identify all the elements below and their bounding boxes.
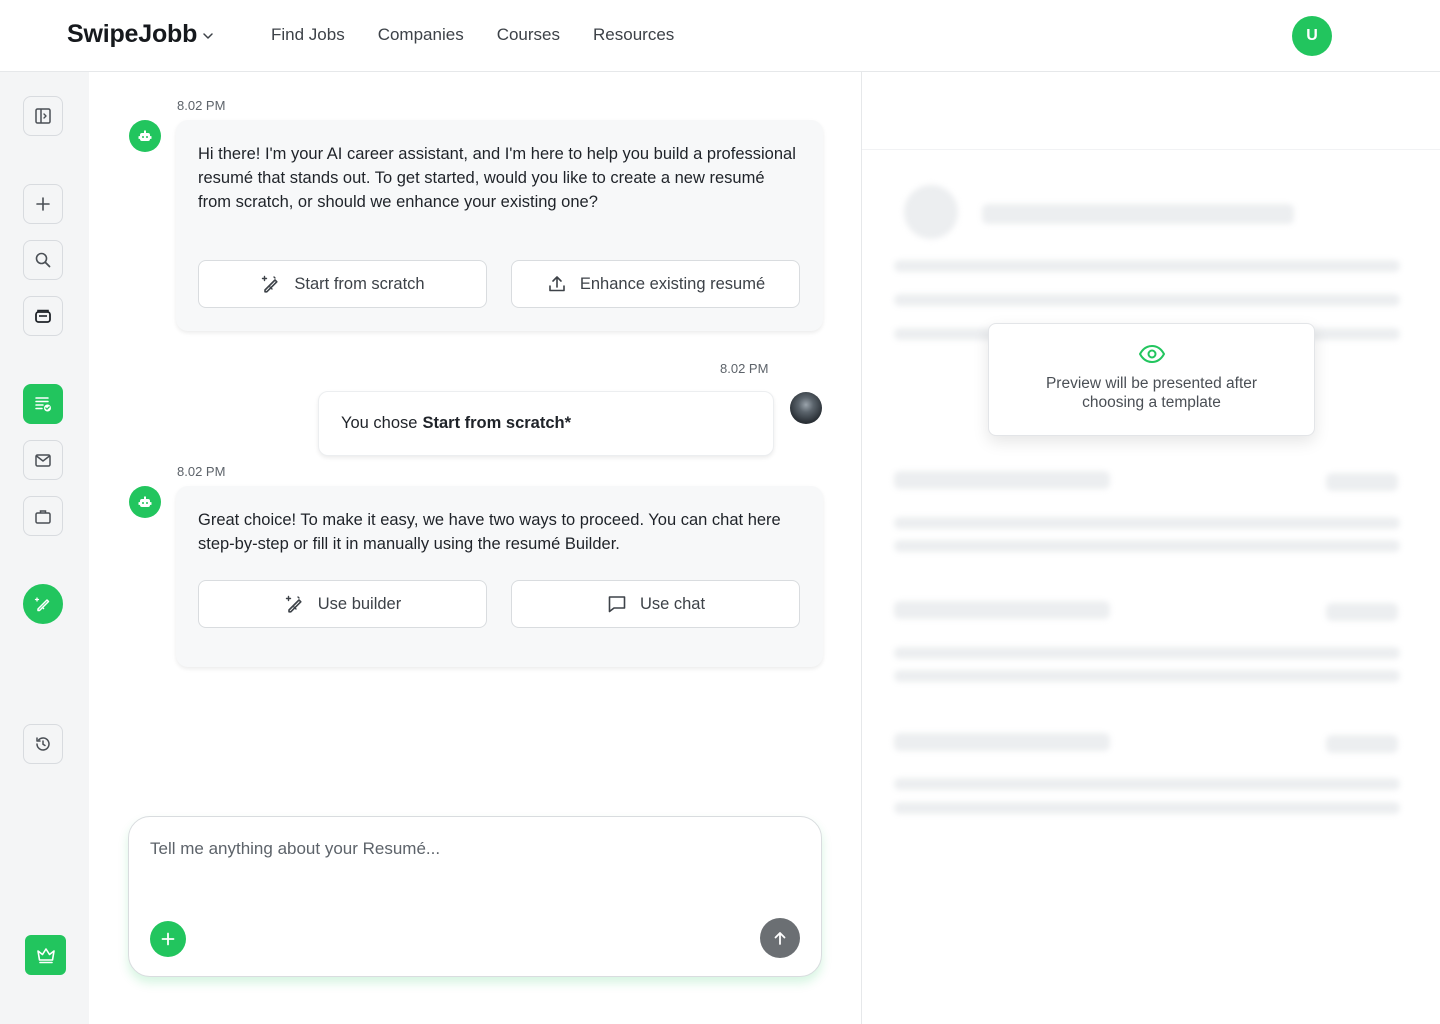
enhance-existing-resume-button[interactable]: Enhance existing resumé [511,260,800,308]
sidebar-toggle-button[interactable] [23,96,63,136]
history-icon [36,737,50,751]
message-timestamp: 8.02 PM [177,464,226,479]
bot-avatar [129,486,161,518]
placeholder-avatar [904,185,958,239]
nav-courses[interactable]: Courses [497,25,560,45]
message-timestamp: 8.02 PM [720,361,769,376]
placeholder-line [894,778,1400,790]
bot-message: Great choice! To make it easy, we have t… [176,486,823,667]
search-button[interactable] [23,240,63,280]
brand-switcher[interactable]: SwipeJobb [67,20,215,49]
attach-button[interactable] [150,921,186,957]
placeholder-line [1326,735,1398,753]
mail-button[interactable] [23,440,63,480]
nav-resources[interactable]: Resources [593,25,674,45]
premium-button[interactable] [25,935,66,975]
user-avatar [790,392,822,424]
message-composer [128,816,822,977]
message-input[interactable] [150,839,790,899]
start-from-scratch-button[interactable]: Start from scratch [198,260,487,308]
bot-message: Hi there! I'm your AI career assistant, … [176,120,823,331]
robot-icon [138,130,152,141]
brand-name: SwipeJobb [67,20,198,48]
resume-check-icon [35,397,51,412]
placeholder-line [894,647,1400,659]
message-timestamp: 8.02 PM [177,98,226,113]
user-avatar-button[interactable]: U [1292,16,1332,56]
button-label: Start from scratch [294,274,425,293]
eye-icon [1138,345,1165,363]
plus-icon [36,197,50,211]
user-message-prefix: You chose [341,414,418,432]
placeholder-line [982,204,1294,224]
crown-icon [36,948,55,964]
placeholder-line [894,517,1400,529]
placeholder-line [894,471,1110,489]
placeholder-line [894,670,1400,682]
chat-panel: 8.02 PM Hi there! I'm your AI career ass… [89,72,861,1024]
use-chat-button[interactable]: Use chat [511,580,800,628]
placeholder-line [1326,473,1398,491]
resume-preview-panel: Preview will be presented after choosing… [862,72,1440,1024]
resume-builder-button[interactable] [23,384,63,424]
placeholder-line [894,540,1400,552]
top-navigation: SwipeJobb Find Jobs Companies Courses Re… [0,0,1440,72]
preview-notice-text: Preview will be presented after choosing… [1045,375,1258,411]
nav-companies[interactable]: Companies [378,25,464,45]
placeholder-line [1326,603,1398,621]
button-label: Enhance existing resumé [579,274,766,293]
placeholder-line [894,802,1400,814]
button-label: Use chat [639,594,706,613]
pen-sparkle-icon [34,597,50,612]
message-text: Hi there! I'm your AI career assistant, … [198,145,796,211]
left-sidebar [0,72,89,1024]
message-text: Great choice! To make it easy, we have t… [198,511,781,553]
archive-icon [35,309,51,323]
main-nav: Find Jobs Companies Courses Resources [271,25,674,45]
search-icon [35,252,51,268]
briefcase-icon [35,510,51,524]
placeholder-line [894,260,1400,272]
bot-avatar [129,120,161,152]
robot-icon [138,496,152,507]
new-chat-button[interactable] [23,184,63,224]
user-message: You chose Start from scratch* [318,391,774,456]
preview-header-divider [862,149,1440,150]
upload-icon [549,276,565,292]
ai-writer-button[interactable] [23,584,63,624]
sidebar-toggle-icon [35,108,51,124]
jobs-button[interactable] [23,496,63,536]
plus-icon [161,932,175,946]
history-button[interactable] [23,724,63,764]
nav-find-jobs[interactable]: Find Jobs [271,25,345,45]
placeholder-line [894,294,1400,306]
archive-button[interactable] [23,296,63,336]
chat-bubble-icon [608,596,626,613]
chevron-down-icon [203,33,213,39]
user-message-choice: Start from scratch* [422,414,572,432]
pen-sparkle-icon [285,595,302,613]
use-builder-button[interactable]: Use builder [198,580,487,628]
pen-sparkle-icon [262,275,278,293]
placeholder-line [894,733,1110,751]
preview-notice-card: Preview will be presented after choosing… [988,323,1315,436]
placeholder-line [894,601,1110,619]
arrow-up-icon [774,932,786,945]
button-label: Use builder [317,594,402,613]
send-button[interactable] [760,918,800,958]
mail-icon [35,454,51,467]
